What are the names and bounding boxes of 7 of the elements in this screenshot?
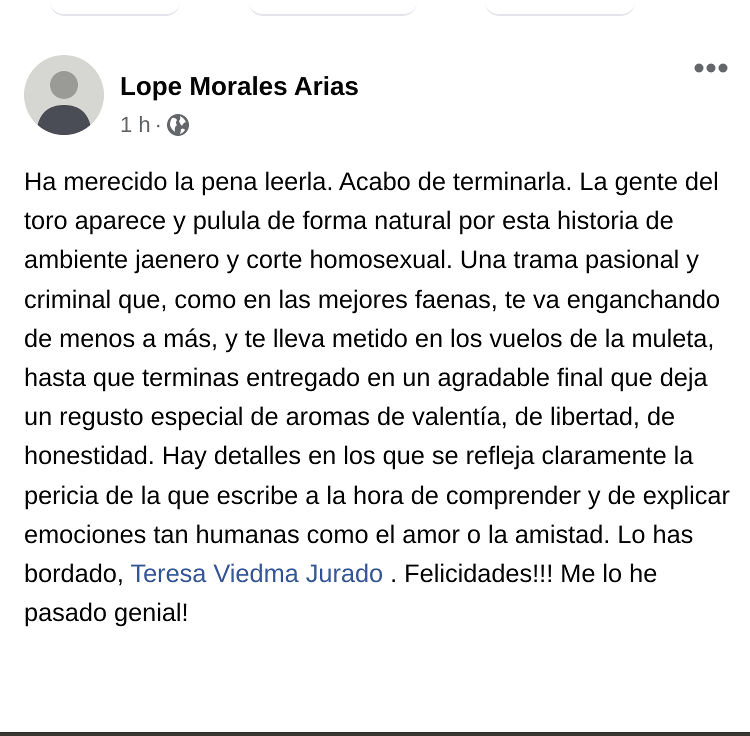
post-time[interactable]: 1 h — [120, 108, 151, 141]
mention-link[interactable]: Teresa Viedma Jurado — [130, 560, 384, 588]
post-text: Ha merecido la pena leerla. Acabo de terminarla. La gente del toro aparece y pulula de forma natural por esta historia de ambiente jaenero y corte homosexual. Una trama pasional y criminal que, como en las mejores faenas, te va enganchando de menos a más, y te lleva metido en los vuelos de la muleta, hasta que terminas entregado en un agradable final que deja un regusto especial de aromas de valentía, de libertad, de honestidad. Hay detalles en los que se refleja claramente la pericia de la que escribe a la hora de comprender y de explicar emociones tan humanas como el amor o la amistad. Lo has bordado, Teresa Viedma Jurado . Felicidades!!! Me lo he pasado genial! — [24, 167, 731, 630]
author-name[interactable]: Lope Morales Arias — [120, 67, 694, 106]
separator: · — [154, 111, 162, 139]
globe-icon — [166, 112, 190, 136]
more-options-icon[interactable] — [694, 63, 728, 73]
